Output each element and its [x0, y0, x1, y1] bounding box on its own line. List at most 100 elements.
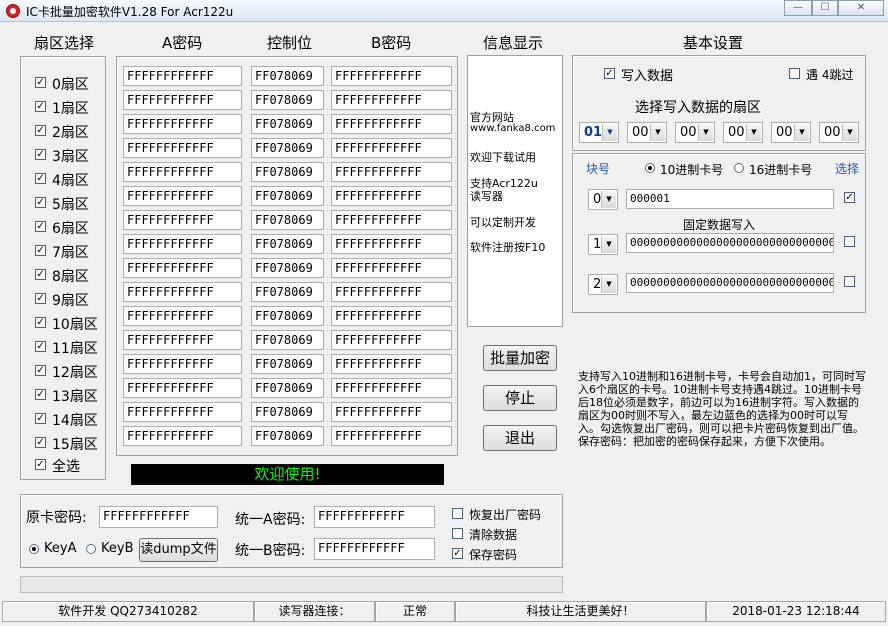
- read-dump-button[interactable]: 读dump文件: [139, 538, 218, 562]
- control-bits-field[interactable]: FF078069: [251, 378, 324, 398]
- block-0-checkbox[interactable]: ✓: [844, 192, 855, 203]
- control-bits-field[interactable]: FF078069: [251, 114, 324, 134]
- a-key-field[interactable]: FFFFFFFFFFFF: [123, 138, 242, 158]
- a-key-field[interactable]: FFFFFFFFFFFF: [123, 90, 242, 110]
- a-key-field[interactable]: FFFFFFFFFFFF: [123, 282, 242, 302]
- keyb-radio[interactable]: [86, 544, 96, 554]
- b-key-field[interactable]: FFFFFFFFFFFF: [331, 426, 452, 446]
- control-bits-field[interactable]: FF078069: [251, 258, 324, 278]
- sector-checkbox[interactable]: ✓: [35, 413, 46, 424]
- sector-checkbox[interactable]: ✓: [35, 269, 46, 280]
- control-bits-field[interactable]: FF078069: [251, 162, 324, 182]
- a-key-field[interactable]: FFFFFFFFFFFF: [123, 330, 242, 350]
- b-key-field[interactable]: FFFFFFFFFFFF: [331, 138, 452, 158]
- sector-checkbox[interactable]: ✓: [35, 125, 46, 136]
- control-bits-field[interactable]: FF078069: [251, 234, 324, 254]
- sector-checkbox[interactable]: ✓: [35, 365, 46, 376]
- control-bits-field[interactable]: FF078069: [251, 330, 324, 350]
- sector-checkbox[interactable]: ✓: [35, 197, 46, 208]
- sector-checkbox[interactable]: ✓: [35, 149, 46, 160]
- unified-a-field[interactable]: FFFFFFFFFFFF: [314, 506, 435, 528]
- b-key-field[interactable]: FFFFFFFFFFFF: [331, 66, 452, 86]
- a-key-field[interactable]: FFFFFFFFFFFF: [123, 66, 242, 86]
- control-bits-field[interactable]: FF078069: [251, 90, 324, 110]
- b-key-field[interactable]: FFFFFFFFFFFF: [331, 258, 452, 278]
- b-key-field[interactable]: FFFFFFFFFFFF: [331, 210, 452, 230]
- unified-b-field[interactable]: FFFFFFFFFFFF: [314, 538, 435, 560]
- block-select-1[interactable]: 1 ▼: [588, 234, 618, 255]
- block-1-checkbox[interactable]: [844, 236, 855, 247]
- a-key-field[interactable]: FFFFFFFFFFFF: [123, 114, 242, 134]
- block-2-checkbox[interactable]: [844, 276, 855, 287]
- write-data-checkbox[interactable]: ✓: [604, 68, 615, 79]
- write-sector-select-1[interactable]: 00 ▼: [627, 122, 667, 143]
- sector-checkbox[interactable]: ✓: [35, 77, 46, 88]
- write-sector-select-4[interactable]: 00 ▼: [771, 122, 811, 143]
- batch-encrypt-button[interactable]: 批量加密: [483, 345, 557, 371]
- b-key-field[interactable]: FFFFFFFFFFFF: [331, 330, 452, 350]
- sector-checkbox[interactable]: ✓: [35, 101, 46, 112]
- control-bits-field[interactable]: FF078069: [251, 66, 324, 86]
- sector-checkbox[interactable]: ✓: [35, 221, 46, 232]
- select-all-checkbox[interactable]: ✓: [35, 459, 46, 470]
- sector-checkbox[interactable]: ✓: [35, 389, 46, 400]
- sector-checkbox[interactable]: ✓: [35, 437, 46, 448]
- exit-button[interactable]: 退出: [483, 425, 557, 451]
- b-key-field[interactable]: FFFFFFFFFFFF: [331, 90, 452, 110]
- b-key-field[interactable]: FFFFFFFFFFFF: [331, 306, 452, 326]
- a-key-field[interactable]: FFFFFFFFFFFF: [123, 378, 242, 398]
- sector-checkbox[interactable]: ✓: [35, 173, 46, 184]
- block-1-value-field[interactable]: 00000000000000000000000000000000: [626, 233, 834, 253]
- write-sector-select-2[interactable]: 00 ▼: [675, 122, 715, 143]
- b-key-field[interactable]: FFFFFFFFFFFF: [331, 186, 452, 206]
- write-sector-select-0[interactable]: 01 ▼: [579, 122, 619, 143]
- a-key-field[interactable]: FFFFFFFFFFFF: [123, 234, 242, 254]
- write-data-label: 写入数据: [621, 69, 674, 84]
- a-key-field[interactable]: FFFFFFFFFFFF: [123, 210, 242, 230]
- original-key-field[interactable]: FFFFFFFFFFFF: [99, 506, 218, 528]
- block-2-value-field[interactable]: 00000000000000000000000000000000: [626, 273, 834, 293]
- minimize-icon[interactable]: —: [784, 0, 812, 16]
- skip4-checkbox[interactable]: [789, 68, 800, 79]
- control-bits-field[interactable]: FF078069: [251, 282, 324, 302]
- a-key-field[interactable]: FFFFFFFFFFFF: [123, 306, 242, 326]
- a-key-field[interactable]: FFFFFFFFFFFF: [123, 426, 242, 446]
- hex-radio[interactable]: [734, 163, 744, 173]
- keya-radio[interactable]: [29, 544, 39, 554]
- b-key-field[interactable]: FFFFFFFFFFFF: [331, 114, 452, 134]
- a-key-field[interactable]: FFFFFFFFFFFF: [123, 186, 242, 206]
- write-sector-select-5[interactable]: 00 ▼: [819, 122, 859, 143]
- decimal-radio[interactable]: [645, 163, 655, 173]
- control-bits-field[interactable]: FF078069: [251, 138, 324, 158]
- b-key-field[interactable]: FFFFFFFFFFFF: [331, 234, 452, 254]
- restore-factory-checkbox[interactable]: [452, 508, 463, 519]
- a-key-field[interactable]: FFFFFFFFFFFF: [123, 402, 242, 422]
- control-bits-field[interactable]: FF078069: [251, 186, 324, 206]
- a-key-field[interactable]: FFFFFFFFFFFF: [123, 258, 242, 278]
- b-key-field[interactable]: FFFFFFFFFFFF: [331, 162, 452, 182]
- control-bits-field[interactable]: FF078069: [251, 210, 324, 230]
- maximize-icon[interactable]: ☐: [812, 0, 838, 16]
- block-0-value-field[interactable]: 000001: [626, 189, 834, 209]
- stop-button[interactable]: 停止: [483, 385, 557, 411]
- sector-checkbox[interactable]: ✓: [35, 317, 46, 328]
- write-sector-select-3[interactable]: 00 ▼: [723, 122, 763, 143]
- control-bits-field[interactable]: FF078069: [251, 426, 324, 446]
- b-key-field[interactable]: FFFFFFFFFFFF: [331, 354, 452, 374]
- b-key-field[interactable]: FFFFFFFFFFFF: [331, 378, 452, 398]
- block-select-0[interactable]: 0 ▼: [588, 189, 618, 210]
- save-key-checkbox[interactable]: ✓: [452, 548, 463, 559]
- b-key-field[interactable]: FFFFFFFFFFFF: [331, 282, 452, 302]
- control-bits-field[interactable]: FF078069: [251, 402, 324, 422]
- control-bits-field[interactable]: FF078069: [251, 306, 324, 326]
- block-select-2[interactable]: 2 ▼: [588, 274, 618, 295]
- close-icon[interactable]: ✕: [838, 0, 884, 16]
- control-bits-field[interactable]: FF078069: [251, 354, 324, 374]
- sector-checkbox[interactable]: ✓: [35, 293, 46, 304]
- a-key-field[interactable]: FFFFFFFFFFFF: [123, 162, 242, 182]
- sector-checkbox[interactable]: ✓: [35, 341, 46, 352]
- a-key-field[interactable]: FFFFFFFFFFFF: [123, 354, 242, 374]
- b-key-field[interactable]: FFFFFFFFFFFF: [331, 402, 452, 422]
- clear-data-checkbox[interactable]: [452, 528, 463, 539]
- sector-checkbox[interactable]: ✓: [35, 245, 46, 256]
